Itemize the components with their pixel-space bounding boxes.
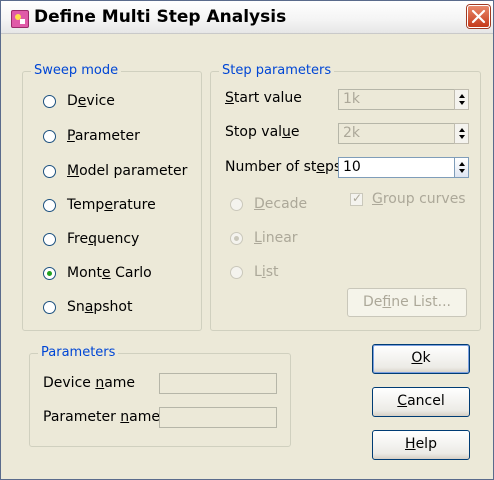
cancel-button[interactable]: Cancel <box>372 387 470 417</box>
radio-label-temperature: Temperature <box>67 197 156 213</box>
radio-label-model-parameter: Model parameter <box>67 163 188 179</box>
define-list-button[interactable]: Define List... <box>347 288 467 317</box>
app-icon <box>11 10 29 28</box>
radio-frequency[interactable]: Frequency <box>43 229 139 249</box>
title-bar: Define Multi Step Analysis <box>1 1 493 34</box>
radio-label-monte-carlo: Monte Carlo <box>67 265 152 281</box>
parameter-name-input[interactable] <box>159 407 277 428</box>
checkbox-box <box>350 191 363 206</box>
radio-model-parameter[interactable]: Model parameter <box>43 161 187 181</box>
number-of-steps-label: Number of steps <box>225 159 342 175</box>
radio-device[interactable]: Device <box>43 91 115 111</box>
radio-snapshot[interactable]: Snapshot <box>43 297 132 317</box>
dialog-window: Define Multi Step Analysis Sweep mode De… <box>0 0 494 480</box>
radio-list[interactable]: List <box>230 262 279 282</box>
radio-circle <box>43 164 56 178</box>
start-value-spinner[interactable] <box>454 89 469 110</box>
start-value-label: Start value <box>225 90 302 106</box>
radio-circle <box>230 265 243 279</box>
radio-circle <box>43 300 56 314</box>
spin-up-icon <box>459 128 465 132</box>
spin-down-icon <box>459 135 465 139</box>
radio-label-device: Device <box>67 93 115 109</box>
radio-circle-selected <box>43 266 56 280</box>
number-of-steps-spinner[interactable] <box>454 157 469 178</box>
group-curves-checkbox[interactable]: Group curves <box>350 191 466 207</box>
ok-button[interactable]: Ok <box>372 344 470 374</box>
radio-circle <box>43 129 56 143</box>
step-parameters-title: Step parameters <box>219 63 335 79</box>
radio-parameter[interactable]: Parameter <box>43 126 140 146</box>
stop-value-label: Stop value <box>225 124 300 140</box>
radio-label-parameter: Parameter <box>67 128 140 144</box>
radio-label-list: List <box>254 264 279 280</box>
parameters-group: Parameters <box>29 345 291 447</box>
radio-circle <box>43 232 56 246</box>
start-value-input[interactable]: 1k <box>338 89 455 110</box>
radio-monte-carlo[interactable]: Monte Carlo <box>43 263 152 283</box>
device-name-input[interactable] <box>159 373 277 394</box>
radio-temperature[interactable]: Temperature <box>43 195 156 215</box>
stop-value-input[interactable]: 2k <box>338 123 455 144</box>
sweep-mode-title: Sweep mode <box>31 63 122 79</box>
radio-circle-selected <box>230 231 243 245</box>
spin-down-icon <box>459 101 465 105</box>
close-icon <box>471 9 486 24</box>
parameters-title: Parameters <box>38 345 119 361</box>
radio-label-linear: Linear <box>254 230 298 246</box>
radio-label-decade: Decade <box>254 196 308 212</box>
spin-up-icon <box>459 162 465 166</box>
radio-circle <box>43 198 56 212</box>
stop-value-spinner[interactable] <box>454 123 469 144</box>
device-name-label: Device name <box>43 375 136 391</box>
group-curves-label: Group curves <box>372 191 466 207</box>
radio-linear[interactable]: Linear <box>230 228 298 248</box>
radio-circle <box>43 94 56 108</box>
number-of-steps-input[interactable]: 10 <box>338 157 455 178</box>
radio-label-snapshot: Snapshot <box>67 299 133 315</box>
help-button[interactable]: Help <box>372 430 470 460</box>
parameter-name-label: Parameter name <box>43 409 161 425</box>
close-button[interactable] <box>467 5 490 28</box>
radio-label-frequency: Frequency <box>67 231 140 247</box>
radio-decade[interactable]: Decade <box>230 194 307 214</box>
spin-up-icon <box>459 94 465 98</box>
radio-circle <box>230 197 243 211</box>
spin-down-icon <box>459 169 465 173</box>
window-title: Define Multi Step Analysis <box>34 7 287 27</box>
